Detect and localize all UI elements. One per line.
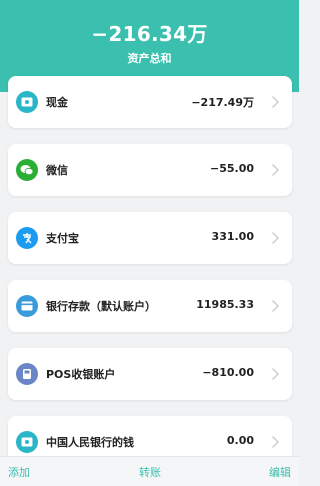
account-amount: −55.00 bbox=[209, 162, 254, 175]
pos-icon bbox=[16, 363, 38, 385]
account-name: 现金 bbox=[46, 96, 68, 109]
account-row-cash[interactable]: 现金 −217.49万 bbox=[8, 76, 292, 128]
wechat-icon bbox=[16, 159, 38, 181]
account-row-bank[interactable]: 银行存款（默认账户） 11985.33 bbox=[8, 280, 292, 332]
chevron-right-icon bbox=[272, 164, 279, 176]
bottom-toolbar: 添加 转账 编辑 bbox=[0, 456, 299, 486]
transfer-button[interactable]: 转账 bbox=[139, 464, 161, 480]
chevron-right-icon bbox=[272, 368, 279, 380]
chevron-right-icon bbox=[272, 436, 279, 448]
account-row-alipay[interactable]: 支付宝 331.00 bbox=[8, 212, 292, 264]
add-button[interactable]: 添加 bbox=[8, 464, 30, 480]
edit-button[interactable]: 编辑 bbox=[269, 464, 291, 480]
account-amount: −810.00 bbox=[202, 366, 254, 379]
cash-icon bbox=[16, 431, 38, 453]
account-name: 微信 bbox=[46, 164, 68, 177]
cash-icon bbox=[16, 91, 38, 113]
account-name: POS收银账户 bbox=[46, 368, 116, 381]
account-amount: −217.49万 bbox=[191, 96, 254, 109]
account-amount: 0.00 bbox=[226, 434, 254, 447]
total-assets-label: 资产总和 bbox=[127, 52, 172, 65]
chevron-right-icon bbox=[272, 232, 279, 244]
account-name: 银行存款（默认账户） bbox=[46, 300, 156, 313]
account-amount: 331.00 bbox=[211, 230, 254, 243]
bank-card-icon bbox=[16, 295, 38, 317]
total-assets-value: −216.34万 bbox=[91, 22, 208, 46]
account-amount: 11985.33 bbox=[196, 298, 254, 311]
chevron-right-icon bbox=[272, 300, 279, 312]
account-name: 中国人民银行的钱 bbox=[46, 436, 134, 449]
account-name: 支付宝 bbox=[46, 232, 79, 245]
account-row-wechat[interactable]: 微信 −55.00 bbox=[8, 144, 292, 196]
chevron-right-icon bbox=[272, 96, 279, 108]
account-row-pos[interactable]: POS收银账户 −810.00 bbox=[8, 348, 292, 400]
alipay-icon bbox=[16, 227, 38, 249]
